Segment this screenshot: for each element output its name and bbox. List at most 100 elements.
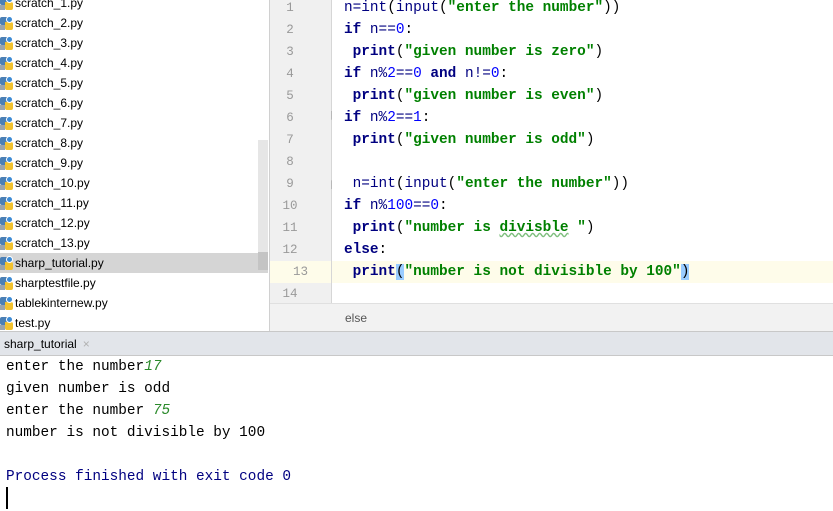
python-file-icon: [0, 216, 14, 230]
python-file-icon: [0, 136, 14, 150]
code-token: input: [395, 0, 440, 16]
code-token: n%: [361, 110, 388, 126]
code-token: "given number is even": [404, 88, 595, 104]
file-name: scratch_5.py: [15, 76, 84, 90]
file-name: scratch_11.py: [15, 196, 89, 210]
console-text: Process finished with exit code 0: [6, 469, 291, 485]
console-output-line: enter the number 75: [6, 400, 170, 422]
code-token: 100: [387, 198, 414, 214]
file-item[interactable]: scratch_8.py: [0, 133, 260, 153]
line-number: 8: [286, 155, 294, 169]
sidebar-scrollbar-thumb[interactable]: [258, 252, 268, 270]
python-file-icon: [0, 116, 14, 130]
console-output-line: given number is odd: [6, 378, 170, 400]
file-name: scratch_3.py: [15, 36, 84, 50]
python-file-icon: [0, 76, 14, 90]
file-item[interactable]: scratch_11.py: [0, 193, 260, 213]
line-number: 1: [286, 1, 294, 15]
code-line[interactable]: if n%2==0 and n!=0:: [344, 63, 508, 85]
file-name: test.py: [15, 316, 51, 330]
file-item[interactable]: sharp_tutorial.py: [0, 253, 268, 273]
console-caret: [6, 487, 8, 509]
run-console[interactable]: enter the number17 given number is odd ent…: [0, 356, 833, 511]
breadcrumb-item[interactable]: else: [345, 311, 367, 325]
file-name: sharp_tutorial.py: [15, 256, 104, 270]
code-token: 0: [490, 66, 500, 82]
python-file-icon: [0, 56, 14, 70]
code-token: if: [344, 110, 362, 126]
python-file-icon: [0, 0, 14, 10]
line-number: 14: [282, 287, 298, 301]
code-line[interactable]: print("given number is zero"): [344, 41, 603, 63]
code-token: "enter the number": [456, 176, 612, 192]
file-item[interactable]: scratch_1.py: [0, 0, 260, 13]
code-line[interactable]: n=int(input("enter the number")): [344, 0, 620, 19]
file-item[interactable]: scratch_6.py: [0, 93, 260, 113]
line-number: 4: [286, 67, 294, 81]
sidebar-scrollbar-track[interactable]: [258, 140, 268, 270]
code-line[interactable]: print("given number is even"): [344, 85, 603, 107]
python-file-icon: [0, 316, 14, 330]
line-number: 10: [282, 199, 298, 213]
code-token: print: [352, 132, 396, 148]
file-name: scratch_7.py: [15, 116, 84, 130]
code-line[interactable]: else:: [344, 239, 387, 261]
file-item[interactable]: tablekinternew.py: [0, 293, 260, 313]
code-line[interactable]: if n%2==1:: [344, 107, 430, 129]
code-token: "number is not divisible by 100": [404, 264, 681, 280]
line-number: 5: [286, 89, 294, 103]
code-token: n=: [344, 176, 370, 192]
code-token: "given number is odd": [404, 132, 586, 148]
console-text: enter the number: [6, 403, 153, 419]
python-file-icon: [0, 276, 14, 290]
python-file-icon: [0, 236, 14, 250]
file-item[interactable]: scratch_3.py: [0, 33, 260, 53]
code-token: ): [594, 44, 604, 60]
code-token: int: [369, 176, 396, 192]
file-name: scratch_2.py: [15, 16, 84, 30]
file-item[interactable]: scratch_7.py: [0, 113, 260, 133]
breadcrumb: else: [270, 303, 833, 331]
file-name: scratch_10.py: [15, 176, 90, 190]
code-token: if: [344, 66, 362, 82]
code-token: and: [430, 66, 457, 82]
code-token: n=: [344, 0, 362, 16]
file-item[interactable]: scratch_10.py: [0, 173, 260, 193]
file-name: scratch_4.py: [15, 56, 84, 70]
code-line[interactable]: n=int(input("enter the number")): [344, 173, 629, 195]
code-token: 2: [387, 66, 396, 82]
run-tab-label: sharp_tutorial: [4, 336, 77, 351]
code-line[interactable]: print("number is not divisible by 100"): [344, 261, 690, 283]
close-icon[interactable]: ×: [83, 337, 90, 351]
code-token: :: [439, 198, 448, 214]
file-item[interactable]: sharptestfile.py: [0, 273, 260, 293]
code-editor[interactable]: n=int(input("enter the number")) if n==0:…: [332, 0, 833, 303]
file-item[interactable]: scratch_9.py: [0, 153, 260, 173]
python-file-icon: [0, 296, 14, 310]
file-name: scratch_13.py: [15, 236, 90, 250]
code-token: :: [499, 66, 509, 82]
line-number: 2: [286, 23, 294, 37]
file-item[interactable]: scratch_5.py: [0, 73, 260, 93]
file-item[interactable]: scratch_12.py: [0, 213, 260, 233]
file-item[interactable]: scratch_4.py: [0, 53, 260, 73]
code-token: print: [352, 220, 396, 236]
file-item[interactable]: scratch_13.py: [0, 233, 260, 253]
code-line[interactable]: if n%100==0:: [344, 195, 448, 217]
code-token: input: [404, 176, 448, 192]
code-line[interactable]: print("given number is odd"): [344, 129, 595, 151]
console-text: given number is odd: [6, 381, 171, 397]
file-item[interactable]: scratch_2.py: [0, 13, 260, 33]
file-item[interactable]: test.py: [0, 313, 260, 331]
code-token: 0: [430, 198, 440, 214]
run-tab-sharp-tutorial[interactable]: sharp_tutorial ×: [0, 332, 101, 355]
code-token: )): [603, 0, 621, 16]
file-name: sharptestfile.py: [15, 276, 96, 290]
line-number: 7: [286, 133, 294, 147]
line-number: 12: [282, 243, 298, 257]
code-line[interactable]: print("number is divisble "): [344, 217, 595, 239]
code-line[interactable]: if n==0:: [344, 19, 413, 41]
process-exit-message: Process finished with exit code 0: [6, 466, 291, 488]
